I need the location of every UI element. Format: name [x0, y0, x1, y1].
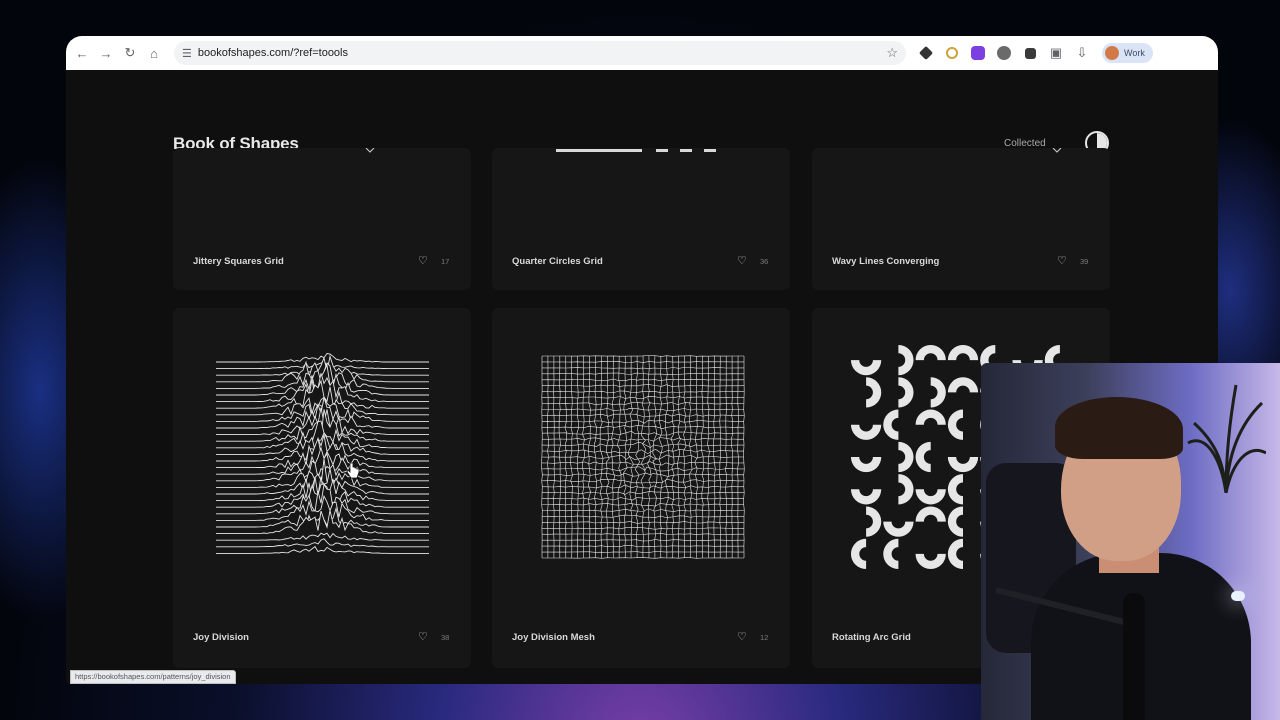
profile-label: Work — [1124, 48, 1145, 58]
arc-tile — [851, 538, 867, 570]
mesh-line — [542, 413, 744, 418]
mesh-line — [542, 539, 744, 542]
like-count: 12 — [760, 633, 769, 642]
arc-tile — [947, 409, 963, 440]
card-title[interactable]: Joy Division Mesh — [512, 632, 595, 643]
pattern-preview — [556, 149, 716, 152]
mesh-line — [542, 503, 745, 507]
card-title[interactable]: Jittery Squares Grid — [193, 256, 284, 267]
extension-icon[interactable] — [966, 41, 990, 65]
joy-division-mesh-preview[interactable] — [540, 354, 746, 560]
arc-tile — [915, 553, 946, 570]
mesh-line — [694, 356, 698, 558]
arc-tile — [883, 521, 914, 537]
mesh-line — [599, 356, 604, 558]
arc-tile — [883, 409, 899, 440]
lamp-image — [1231, 591, 1245, 601]
mesh-line — [664, 355, 670, 559]
pattern-card[interactable]: Quarter Circles Grid ♡ 36 — [492, 148, 790, 290]
mesh-line — [689, 356, 693, 559]
download-icon[interactable]: ⇩ — [1070, 41, 1094, 65]
pattern-card[interactable]: Jittery Squares Grid ♡ 17 — [173, 148, 471, 290]
pattern-preview — [365, 148, 375, 153]
nav-buttons: ← → ↻ ⌂ — [70, 41, 166, 65]
extension-icon[interactable] — [992, 41, 1016, 65]
eyedropper-icon[interactable] — [914, 41, 938, 65]
arc-tile — [898, 474, 914, 505]
heart-icon[interactable]: ♡ — [418, 254, 428, 267]
heart-icon[interactable]: ♡ — [737, 254, 747, 267]
browser-toolbar: ← → ↻ ⌂ ☰ bookofshapes.com/?ref=toools ☆… — [66, 36, 1218, 70]
wave-line — [216, 545, 429, 554]
arrow-left-icon[interactable]: ← — [70, 41, 94, 65]
puzzle-icon[interactable]: ▣ — [1044, 41, 1068, 65]
mesh-line — [542, 407, 744, 412]
arc-tile — [947, 457, 979, 473]
tune-icon[interactable]: ☰ — [182, 47, 192, 60]
like-count: 39 — [1080, 257, 1089, 266]
like-count: 36 — [760, 257, 769, 266]
arc-tile — [915, 409, 946, 425]
heart-icon[interactable]: ♡ — [1057, 254, 1067, 267]
mesh-line — [541, 461, 745, 466]
mesh-line — [647, 355, 652, 559]
card-title[interactable]: Rotating Arc Grid — [832, 632, 911, 643]
joy-division-preview[interactable] — [213, 352, 433, 562]
extensions-bar: ▣ ⇩ — [914, 41, 1094, 65]
plant-image — [1187, 384, 1266, 493]
mesh-line — [652, 355, 658, 558]
arc-tile — [866, 377, 882, 408]
mesh-line — [593, 356, 598, 558]
star-icon[interactable]: ☆ — [886, 45, 898, 61]
arc-tile — [898, 344, 914, 376]
mesh-line — [542, 508, 744, 512]
webcam-overlay — [981, 363, 1280, 720]
mesh-line — [725, 356, 728, 558]
person-hair-image — [1055, 397, 1183, 459]
address-bar[interactable]: ☰ bookofshapes.com/?ref=toools ☆ — [174, 41, 906, 65]
url-text[interactable]: bookofshapes.com/?ref=toools — [198, 47, 348, 59]
profile-chip[interactable]: Work — [1102, 43, 1153, 63]
extension-icon[interactable] — [940, 41, 964, 65]
mesh-line — [541, 478, 745, 484]
status-bar-url: https://bookofshapes.com/patterns/joy_di… — [70, 670, 236, 684]
arc-tile — [947, 474, 963, 505]
avatar — [1105, 46, 1119, 60]
card-title[interactable]: Wavy Lines Converging — [832, 256, 939, 267]
like-count: 38 — [441, 633, 450, 642]
reload-icon[interactable]: ↻ — [118, 41, 142, 65]
card-title[interactable]: Joy Division — [193, 632, 249, 643]
arrow-right-icon[interactable]: → — [94, 41, 118, 65]
extension-icon[interactable] — [1018, 41, 1042, 65]
heart-icon[interactable]: ♡ — [418, 630, 428, 643]
hand-cursor-icon — [346, 462, 360, 479]
like-count: 17 — [441, 257, 450, 266]
pattern-card[interactable]: Wavy Lines Converging ♡ 39 — [812, 148, 1110, 290]
microphone-image — [1123, 593, 1145, 720]
card-title[interactable]: Quarter Circles Grid — [512, 256, 603, 267]
mesh-line — [541, 466, 744, 472]
pattern-card-joy-division[interactable]: Joy Division ♡ 38 — [173, 308, 471, 668]
arc-tile — [915, 506, 946, 522]
heart-icon[interactable]: ♡ — [737, 630, 747, 643]
arc-tile — [947, 506, 963, 537]
arc-tile — [947, 344, 979, 361]
pattern-preview — [1052, 148, 1062, 153]
arc-tile — [850, 424, 882, 440]
pattern-card-joy-division-mesh[interactable]: Joy Division Mesh ♡ 12 — [492, 308, 790, 668]
home-icon[interactable]: ⌂ — [142, 41, 166, 65]
